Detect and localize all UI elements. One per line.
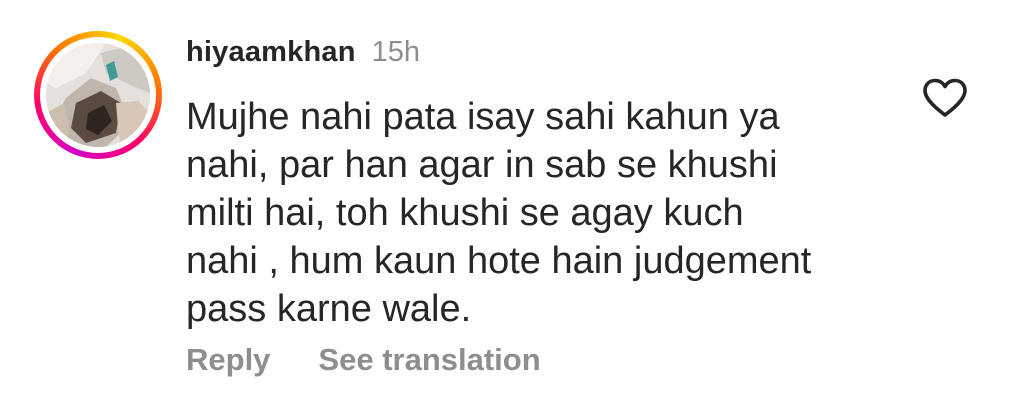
story-ring-gap <box>40 37 156 153</box>
reply-button[interactable]: Reply <box>186 342 270 378</box>
story-ring[interactable] <box>34 31 162 159</box>
comment-text-line: milti hai, toh khushi se agay kuch <box>186 192 744 234</box>
comment-text-line: nahi , hum kaun hote hain judgement <box>186 240 812 282</box>
heart-outline-icon <box>923 78 967 117</box>
comment-item: hiyaamkhan 15h Mujhe nahi pata isay sahi… <box>0 0 1024 402</box>
timestamp: 15h <box>371 36 421 68</box>
comment-text-line: nahi, par han agar in sab se khushi <box>186 144 778 186</box>
comment-text-line: Mujhe nahi pata isay sahi kahun ya <box>186 96 780 138</box>
comment-actions: Reply See translation <box>186 342 541 378</box>
comment-header: hiyaamkhan 15h <box>186 36 420 72</box>
comment-text: Mujhe nahi pata isay sahi kahun ya nahi,… <box>186 93 886 333</box>
see-translation-button[interactable]: See translation <box>318 342 540 378</box>
avatar-photo <box>46 43 150 147</box>
username[interactable]: hiyaamkhan <box>186 36 356 69</box>
avatar[interactable] <box>46 43 150 147</box>
like-button[interactable] <box>922 78 968 118</box>
comment-text-line: pass karne wale. <box>186 288 472 330</box>
